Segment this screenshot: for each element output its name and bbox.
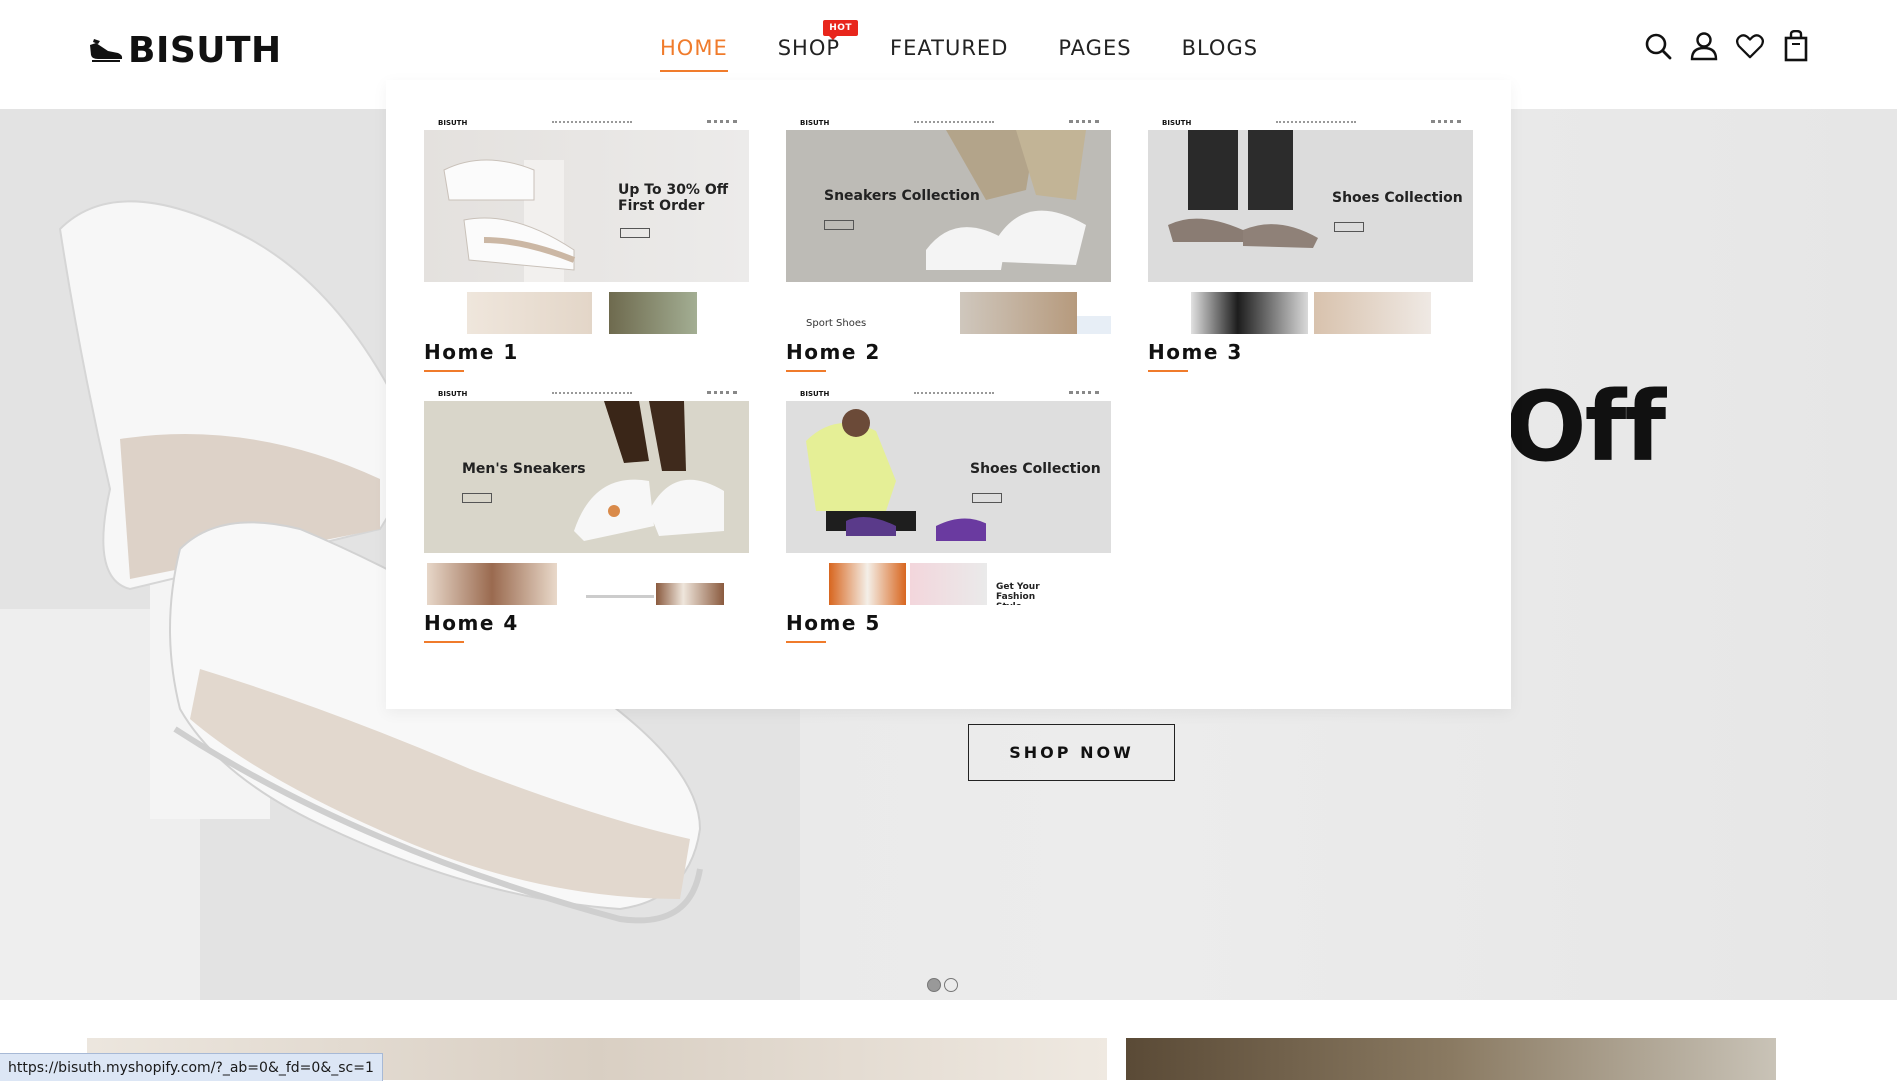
search-button[interactable]	[1644, 30, 1672, 62]
nav-blogs[interactable]: BLOGS	[1182, 36, 1259, 72]
thumb-logo: BISUTH	[800, 119, 830, 127]
nav-home-label: HOME	[660, 36, 728, 60]
heart-icon	[1736, 34, 1764, 59]
demo-home-4[interactable]: BISUTH Men's Sneakers Home 4	[424, 387, 749, 643]
main-nav: HOME SHOP HOT FEATURED PAGES BLOGS	[660, 20, 1259, 72]
search-icon	[1645, 33, 1672, 60]
demo-label: Home 2	[786, 340, 881, 372]
logo[interactable]: BISUTH	[88, 30, 282, 71]
thumb-caption: Sport Shoes	[806, 318, 867, 329]
thumb-headline: Shoes Collection	[970, 461, 1101, 477]
nav-shop[interactable]: SHOP HOT	[778, 20, 859, 72]
thumb-logo: BISUTH	[438, 390, 468, 398]
wishlist-button[interactable]	[1736, 30, 1764, 62]
demo-label: Home 3	[1148, 340, 1243, 372]
slider-dots	[927, 978, 958, 992]
account-button[interactable]	[1690, 30, 1718, 62]
slider-dot-1[interactable]	[927, 978, 941, 992]
nav-featured[interactable]: FEATURED	[890, 36, 1008, 72]
browser-status-url: https://bisuth.myshopify.com/?_ab=0&_fd=…	[0, 1053, 383, 1081]
demo-label: Home 4	[424, 611, 519, 643]
shopping-bag-icon	[1784, 30, 1808, 62]
shop-now-button[interactable]: SHOP NOW	[968, 724, 1175, 781]
home-mega-menu: BISUTH Up To 30% Off First Order Home 1 …	[386, 80, 1511, 709]
nav-blogs-label: BLOGS	[1181, 36, 1259, 60]
nav-home[interactable]: HOME	[660, 36, 728, 72]
thumb-headline: Up To 30% Off	[618, 182, 729, 198]
thumb-headline: Men's Sneakers	[462, 461, 586, 477]
demo-home-3[interactable]: BISUTH Shoes Collection Home 3	[1148, 116, 1473, 372]
nav-featured-label: FEATURED	[890, 36, 1009, 60]
thumb-headline: First Order	[618, 198, 705, 214]
nav-pages[interactable]: PAGES	[1058, 36, 1131, 72]
hot-badge: HOT	[823, 20, 859, 40]
thumb-logo: BISUTH	[1162, 119, 1192, 127]
cart-button[interactable]	[1782, 30, 1810, 62]
user-icon	[1690, 32, 1718, 61]
collection-banner-right[interactable]	[1126, 1038, 1776, 1080]
sneaker-logo-icon	[90, 38, 123, 62]
demo-home-5[interactable]: BISUTH Shoes Collection Get Your Fashion…	[786, 387, 1111, 643]
demo-label: Home 5	[786, 611, 881, 643]
demo-thumbnail: BISUTH Up To 30% Off First Order	[424, 116, 749, 334]
thumb-headline: Shoes Collection	[1332, 190, 1463, 206]
nav-pages-label: PAGES	[1058, 36, 1132, 60]
thumb-caption: Get Your Fashion Style	[996, 582, 1040, 605]
demo-thumbnail: BISUTH Shoes Collection	[1148, 116, 1473, 334]
logo-text: BISUTH	[128, 30, 282, 71]
demo-home-2[interactable]: BISUTH Sneakers Collection Sport Shoes H…	[786, 116, 1111, 372]
slider-dot-2[interactable]	[944, 978, 958, 992]
demo-thumbnail: BISUTH Shoes Collection Get Your Fashion…	[786, 387, 1111, 605]
demo-label: Home 1	[424, 340, 519, 372]
thumb-logo: BISUTH	[438, 119, 468, 127]
demo-thumbnail: BISUTH Men's Sneakers	[424, 387, 749, 605]
thumb-logo: BISUTH	[800, 390, 830, 398]
header-icons	[1644, 30, 1810, 62]
demo-home-1[interactable]: BISUTH Up To 30% Off First Order Home 1	[424, 116, 749, 372]
demo-thumbnail: BISUTH Sneakers Collection Sport Shoes	[786, 116, 1111, 334]
thumb-headline: Sneakers Collection	[824, 188, 980, 204]
hero-heading: Off	[1505, 371, 1666, 483]
